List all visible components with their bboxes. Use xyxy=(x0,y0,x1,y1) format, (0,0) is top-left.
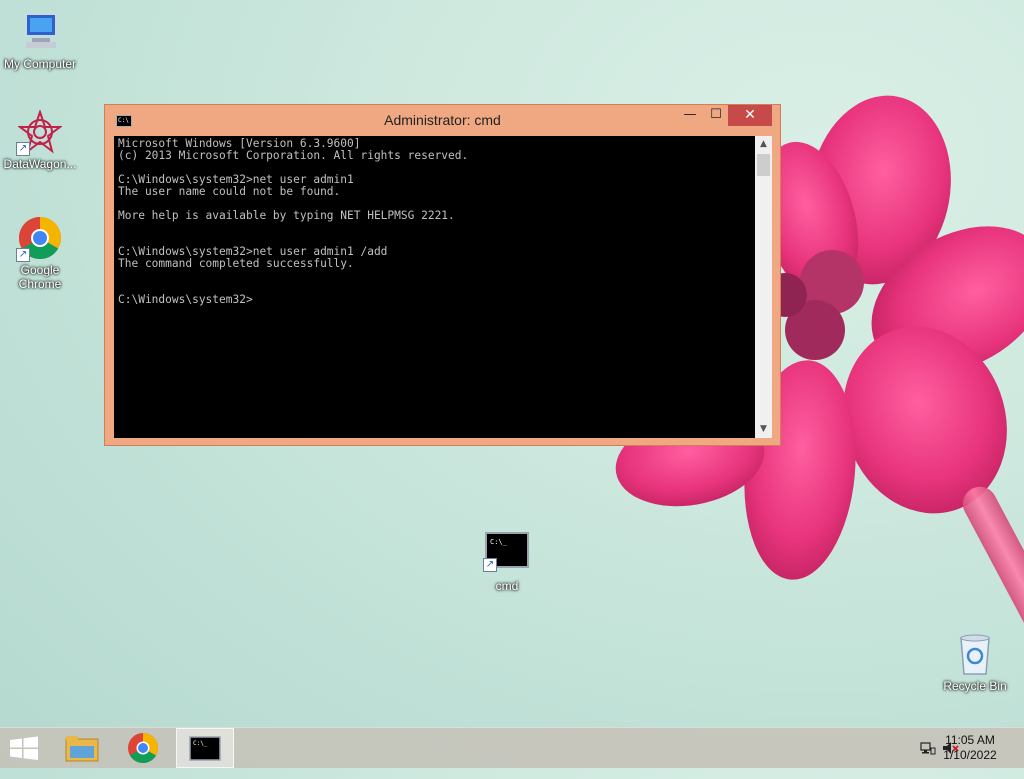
datawagon-logo-icon: ↗ xyxy=(16,108,63,156)
computer-icon xyxy=(18,10,62,54)
console-line: More help is available by typing NET HEL… xyxy=(118,209,455,222)
scroll-thumb[interactable] xyxy=(757,154,770,176)
cmd-icon: C:\_ ↗ xyxy=(483,532,529,576)
scroll-up-arrow-icon[interactable]: ▲ xyxy=(755,136,772,153)
taskbar: C:\_ 11:05 AM 1/10/2022 xyxy=(0,727,1024,768)
desktop-icon-label: My Computer xyxy=(3,57,77,71)
console-line: C:\Windows\system32> xyxy=(118,293,253,306)
clock-date: 1/10/2022 xyxy=(943,748,997,762)
desktop-icon-recycle-bin[interactable]: Recycle Bin xyxy=(935,632,1015,693)
svg-text:C:\_: C:\_ xyxy=(193,740,208,747)
folder-icon xyxy=(65,736,99,762)
svg-text:C:\_: C:\_ xyxy=(490,538,508,546)
chrome-icon xyxy=(128,733,159,764)
desktop-icon-cmd[interactable]: C:\_ ↗ cmd xyxy=(467,532,547,593)
console-line: (c) 2013 Microsoft Corporation. All righ… xyxy=(118,149,469,162)
taskbar-cmd[interactable]: C:\_ xyxy=(176,728,234,768)
desktop-icon-my-computer[interactable]: My Computer xyxy=(0,10,80,71)
taskbar-file-explorer[interactable] xyxy=(54,728,112,768)
minimize-button[interactable]: — xyxy=(676,105,704,126)
cmd-window[interactable]: C:\ Administrator: cmd — ☐ ✕ Microsoft W… xyxy=(104,104,781,446)
cmd-icon: C:\_ xyxy=(189,736,221,761)
console-line: The user name could not be found. xyxy=(118,185,341,198)
console-line: The command completed successfully. xyxy=(118,257,354,270)
chrome-icon: ↗ xyxy=(16,216,62,262)
windows-logo-icon xyxy=(10,736,38,760)
vertical-scrollbar[interactable]: ▲ ▼ xyxy=(755,136,772,438)
desktop-icon-datawagon[interactable]: ↗ DataWagon... xyxy=(0,108,80,171)
desktop-icon-google-chrome[interactable]: ↗ Google Chrome xyxy=(0,216,80,291)
desktop-icon-label: DataWagon... xyxy=(3,157,77,171)
clock-time: 11:05 AM xyxy=(945,733,995,747)
scroll-down-arrow-icon[interactable]: ▼ xyxy=(755,421,772,438)
desktop-icon-label: cmd xyxy=(495,579,519,593)
desktop-icon-label: Google Chrome xyxy=(18,263,62,291)
taskbar-google-chrome[interactable] xyxy=(114,728,172,768)
clock[interactable]: 11:05 AM 1/10/2022 xyxy=(934,733,1006,763)
system-tray: 11:05 AM 1/10/2022 xyxy=(884,728,1024,768)
close-button[interactable]: ✕ xyxy=(728,105,772,126)
shortcut-arrow-icon: ↗ xyxy=(16,142,30,156)
desktop-icon-label: Recycle Bin xyxy=(943,679,1007,693)
shortcut-arrow-icon: ↗ xyxy=(483,558,497,572)
start-button[interactable] xyxy=(0,728,58,768)
title-bar[interactable]: C:\ Administrator: cmd — ☐ ✕ xyxy=(105,105,780,136)
shortcut-arrow-icon: ↗ xyxy=(16,248,30,262)
maximize-button[interactable]: ☐ xyxy=(702,105,730,126)
recycle-bin-icon xyxy=(953,632,997,676)
console-output[interactable]: Microsoft Windows [Version 6.3.9600] (c) … xyxy=(114,136,755,438)
